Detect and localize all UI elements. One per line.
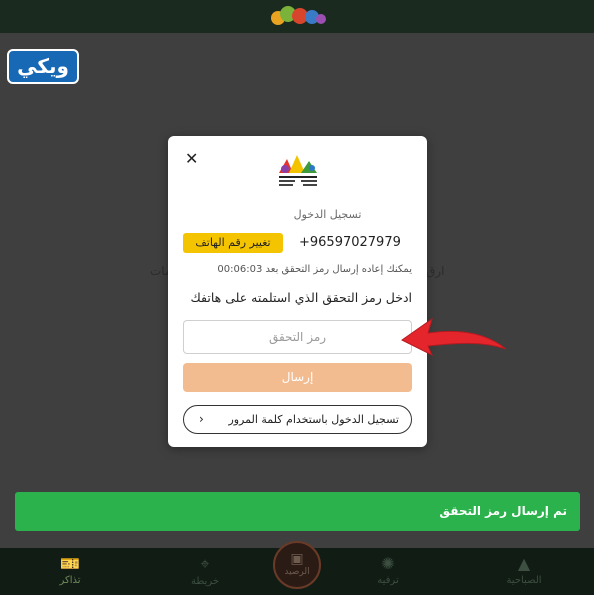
nav-map-label: خريطة [190, 576, 220, 587]
nav-wallet[interactable]: ▣ الرصيد [273, 541, 321, 589]
send-button[interactable]: إرسال [183, 363, 412, 392]
success-toast: تم إرسال رمز التحقق [15, 492, 580, 531]
red-arrow-icon [401, 317, 507, 357]
change-phone-button[interactable]: تغيير رقم الهاتف [183, 233, 283, 253]
password-login-button[interactable]: › تسجيل الدخول باستخدام كلمة المرور [183, 405, 412, 434]
nav-tickets[interactable]: 🎫 تذاكر [30, 554, 110, 586]
nav-entertainment[interactable]: ✺ ترفيه [348, 554, 428, 586]
ticket-icon: 🎫 [60, 554, 80, 573]
nav-morning-label: الصباحية [506, 575, 542, 586]
password-login-label: تسجيل الدخول باستخدام كلمة المرور [228, 413, 399, 426]
close-icon[interactable]: ✕ [185, 149, 198, 168]
chevron-left-icon: › [199, 412, 204, 426]
nav-tickets-label: تذاكر [59, 575, 81, 586]
nav-morning[interactable]: ▲ الصباحية [484, 554, 564, 586]
login-modal: ✕ تسجيل الدخول تغيير رقم الهاتف +9659702… [168, 136, 427, 447]
park-logo [279, 155, 317, 186]
toast-message: تم إرسال رمز التحقق [439, 504, 567, 518]
mountain-icon: ▲ [517, 554, 531, 573]
top-app-bar [0, 0, 594, 33]
wallet-icon: ▣ [290, 551, 304, 567]
map-pin-icon: ⌖ [200, 554, 210, 573]
resend-timer-text: يمكنك إعاده إرسال رمز التحقق بعد 00:06:0… [217, 264, 412, 275]
nav-entertainment-label: ترفيه [377, 575, 399, 586]
watermark-logo: ويكي [7, 49, 79, 84]
otp-input[interactable] [183, 320, 412, 354]
phone-row: تغيير رقم الهاتف +96597027979 [183, 233, 412, 255]
background-text: ارق [426, 264, 445, 278]
otp-prompt: ادخل رمز التحقق الذي استلمته على هاتفك [190, 290, 412, 305]
app-logo [271, 6, 326, 25]
nav-wallet-label: الرصيد [284, 567, 310, 577]
phone-number: +96597027979 [299, 235, 401, 250]
ferris-wheel-icon: ✺ [381, 554, 395, 573]
modal-title: تسجيل الدخول [293, 208, 362, 221]
nav-map[interactable]: ⌖ خريطة [165, 554, 245, 587]
